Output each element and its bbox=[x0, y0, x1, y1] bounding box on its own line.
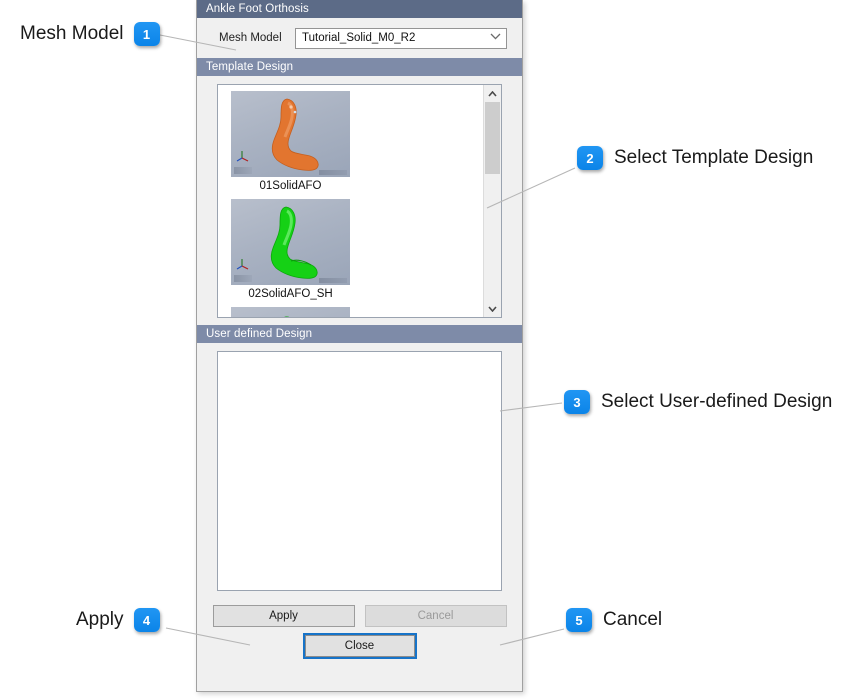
template-thumbnail-image bbox=[231, 307, 350, 317]
callout-4-label: Apply bbox=[76, 609, 124, 630]
mesh-model-row: Mesh Model Tutorial_Solid_M0_R2 bbox=[197, 18, 522, 58]
template-item-2[interactable]: 03SolidAFO_AB bbox=[226, 307, 355, 317]
callout-1: Mesh Model 1 bbox=[20, 22, 160, 46]
apply-button[interactable]: Apply bbox=[212, 605, 355, 627]
template-thumbnail-image bbox=[231, 91, 350, 177]
callout-5-label: Cancel bbox=[603, 609, 663, 630]
template-design-area: 01SolidAFO 02SolidAFO_SH bbox=[197, 76, 522, 325]
callout-3-badge: 3 bbox=[564, 390, 590, 414]
callout-4: Apply 4 bbox=[76, 608, 160, 632]
template-list-scrollbar[interactable] bbox=[483, 85, 501, 317]
close-button[interactable]: Close bbox=[302, 633, 417, 659]
template-item-1[interactable]: 02SolidAFO_SH bbox=[226, 199, 355, 300]
viewport-label-mark bbox=[234, 275, 252, 282]
template-thumbnail-grid: 01SolidAFO 02SolidAFO_SH bbox=[218, 85, 483, 317]
section-header-ankle-foot-orthosis: Ankle Foot Orthosis bbox=[197, 0, 522, 18]
callout-3: 3 Select User-defined Design bbox=[564, 390, 832, 414]
axis-triad-icon bbox=[236, 148, 252, 164]
template-item-0[interactable]: 01SolidAFO bbox=[226, 91, 355, 192]
callout-2: 2 Select Template Design bbox=[577, 146, 813, 170]
mesh-model-selected-value: Tutorial_Solid_M0_R2 bbox=[302, 32, 416, 44]
cancel-button[interactable]: Cancel bbox=[364, 605, 507, 627]
axis-triad-icon bbox=[236, 256, 252, 272]
callout-5: 5 Cancel bbox=[566, 608, 662, 632]
callout-1-label: Mesh Model bbox=[20, 23, 124, 44]
chevron-down-icon[interactable] bbox=[484, 300, 501, 317]
chevron-down-icon bbox=[484, 33, 506, 43]
scrollbar-thumb[interactable] bbox=[485, 102, 500, 174]
template-item-caption: 02SolidAFO_SH bbox=[248, 288, 333, 300]
dialog-button-row: Apply Cancel bbox=[197, 591, 522, 627]
callout-3-label: Select User-defined Design bbox=[601, 391, 833, 412]
callout-2-badge: 2 bbox=[577, 146, 603, 170]
ankle-foot-orthosis-dialog: Ankle Foot Orthosis Mesh Model Tutorial_… bbox=[196, 0, 523, 692]
mesh-model-select[interactable]: Tutorial_Solid_M0_R2 bbox=[295, 27, 507, 49]
callout-4-badge: 4 bbox=[133, 608, 160, 632]
callout-1-badge: 1 bbox=[133, 22, 160, 46]
dialog-close-row: Close bbox=[197, 627, 522, 659]
template-design-listbox[interactable]: 01SolidAFO 02SolidAFO_SH bbox=[217, 84, 502, 318]
watermark-mark bbox=[319, 170, 347, 175]
viewport-label-mark bbox=[234, 167, 252, 174]
template-item-caption: 01SolidAFO bbox=[259, 180, 322, 192]
callout-5-badge: 5 bbox=[566, 608, 592, 632]
section-header-user-defined-design: User defined Design bbox=[197, 325, 522, 343]
watermark-mark bbox=[319, 278, 347, 283]
user-defined-design-listbox[interactable] bbox=[217, 351, 502, 591]
mesh-model-label: Mesh Model bbox=[219, 32, 282, 44]
user-defined-design-area bbox=[197, 343, 522, 591]
chevron-up-icon[interactable] bbox=[484, 85, 501, 102]
callout-2-label: Select Template Design bbox=[614, 147, 814, 168]
template-thumbnail-image bbox=[231, 199, 350, 285]
scrollbar-track[interactable] bbox=[484, 102, 501, 300]
section-header-template-design: Template Design bbox=[197, 58, 522, 76]
